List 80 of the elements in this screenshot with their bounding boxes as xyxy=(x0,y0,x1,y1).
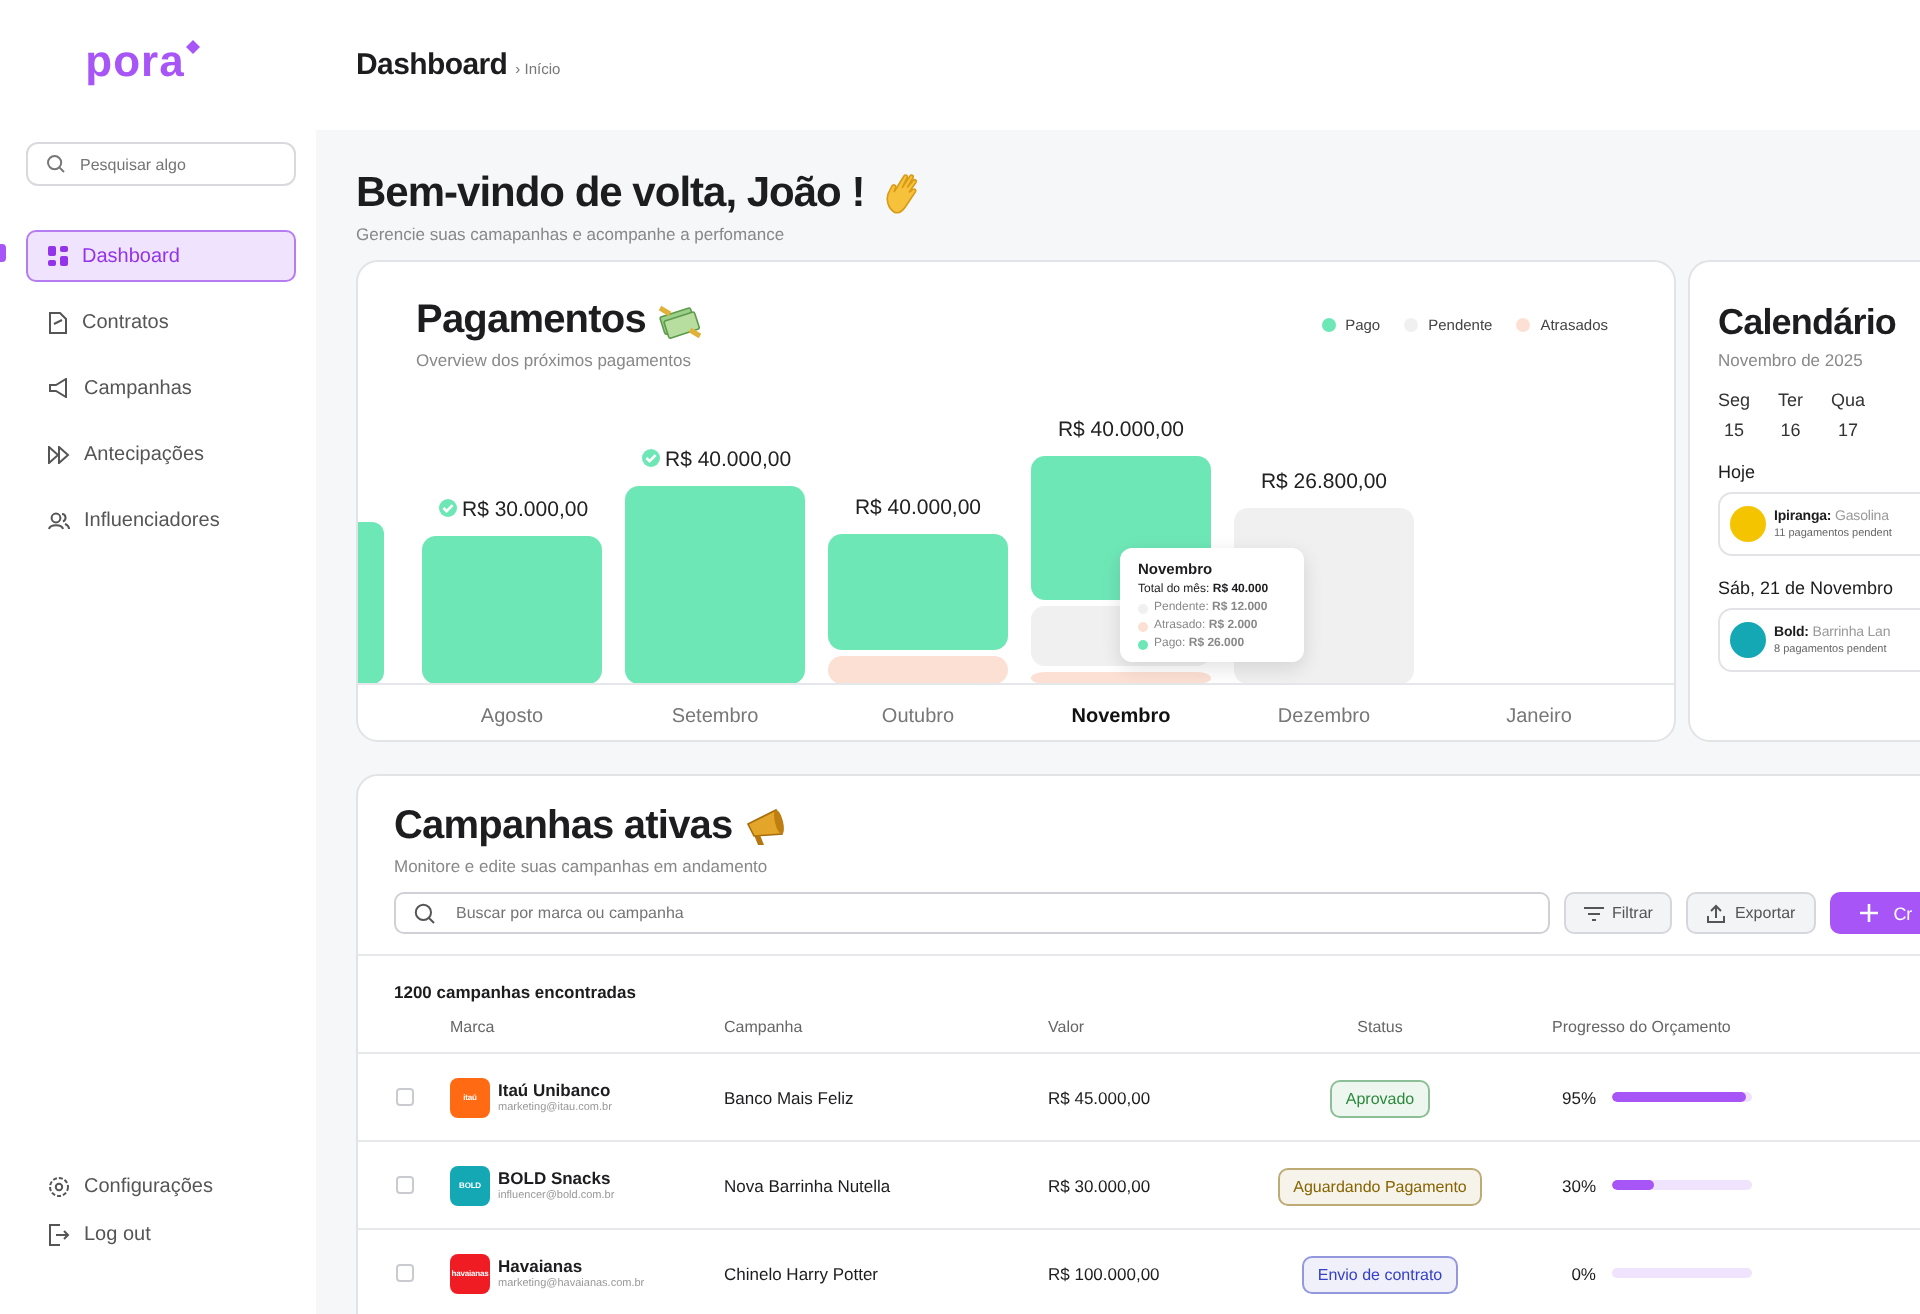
month-label[interactable]: Janeiro xyxy=(1506,706,1572,728)
campaign-name: Chinelo Harry Potter xyxy=(724,1263,881,1283)
month-label[interactable]: Novembro xyxy=(1071,706,1171,728)
export-button[interactable]: Exportar xyxy=(1686,892,1816,934)
calendar-day[interactable]: Seg 15 xyxy=(1718,390,1751,440)
month-label[interactable]: Outubro xyxy=(881,706,955,728)
row-checkbox[interactable] xyxy=(396,1088,414,1106)
nav-item[interactable]: Influenciadores xyxy=(26,494,296,546)
month-label[interactable]: Setembro xyxy=(671,706,759,728)
bar-value-label: R$ 40.000,00 xyxy=(1057,418,1185,442)
bar-value-label: R$ 40.000,00 xyxy=(854,496,982,520)
users-icon xyxy=(48,511,70,529)
campaign-name: Nova Barrinha Nutella xyxy=(724,1175,893,1195)
plus-icon xyxy=(1859,904,1878,922)
card-title: Campanhas ativas xyxy=(394,804,733,850)
column-header: Valor xyxy=(1048,1018,1087,1036)
brand-name: BOLD Snacks xyxy=(498,1168,613,1188)
bar-value-label: R$ 30.000,00 xyxy=(462,498,589,522)
calendar-day[interactable]: Qua 17 xyxy=(1831,390,1866,440)
status-badge: Aguardando Pagamento xyxy=(1277,1167,1483,1205)
settings-icon xyxy=(48,1175,70,1197)
search-icon xyxy=(46,154,66,174)
column-header: Marca xyxy=(450,1018,497,1036)
nav-item[interactable]: Contratos xyxy=(26,296,296,348)
column-header: Progresso do Orçamento xyxy=(1552,1018,1733,1036)
progress-percent: 30% xyxy=(1560,1175,1596,1195)
month-label[interactable]: Agosto xyxy=(480,706,544,728)
status-badge: Aprovado xyxy=(1329,1079,1431,1117)
search-icon xyxy=(414,902,436,924)
campaign-name: Banco Mais Feliz xyxy=(724,1087,856,1107)
campaign-value: R$ 45.000,00 xyxy=(1048,1087,1153,1107)
welcome-title: Bem-vindo de volta, João ! xyxy=(356,170,865,218)
progress-bar xyxy=(1612,1268,1752,1278)
card-subtitle: Overview dos próximos pagamentos xyxy=(416,350,693,370)
create-button[interactable]: Cr xyxy=(1829,892,1920,934)
upload-icon xyxy=(1706,903,1727,923)
logout-icon xyxy=(48,1223,70,1245)
progress-bar xyxy=(1612,1092,1752,1102)
results-count: 1200 campanhas encontradas xyxy=(392,980,638,1002)
group-heading: Hoje xyxy=(1718,462,1758,482)
nav-item[interactable]: Configurações xyxy=(26,1162,296,1210)
grid-icon xyxy=(48,246,68,266)
page-title: Dashboard xyxy=(356,48,508,82)
card-title: Pagamentos xyxy=(416,298,646,344)
megaphone-icon xyxy=(744,807,789,847)
brand-name: Itaú Unibanco xyxy=(498,1080,612,1100)
progress-percent: 0% xyxy=(1569,1263,1596,1283)
fast-forward-icon xyxy=(48,445,70,463)
nav-item[interactable]: Dashboard xyxy=(26,230,296,282)
card-title: Calendário xyxy=(1718,302,1899,344)
bar-value-label: R$ 26.800,00 xyxy=(1260,470,1388,494)
logo-wordmark: pora xyxy=(85,36,185,88)
search-field[interactable]: Pesquisar algo xyxy=(26,142,296,186)
bar-value-label: R$ 40.000,00 xyxy=(665,448,792,472)
welcome-subtitle: Gerencie suas camapanhas e acompanhe a perfomance xyxy=(356,224,787,244)
nav-item[interactable]: Campanhas xyxy=(26,362,296,414)
nav-item[interactable]: Antecipações xyxy=(26,428,296,480)
filter-icon xyxy=(1584,905,1604,921)
megaphone-icon xyxy=(48,378,70,398)
money-icon xyxy=(657,303,702,339)
nav-item[interactable]: Log out xyxy=(26,1210,296,1258)
filter-button[interactable]: Filtrar xyxy=(1564,892,1673,934)
month-label[interactable]: Dezembro xyxy=(1277,706,1371,728)
campaign-value: R$ 30.000,00 xyxy=(1048,1175,1153,1195)
brand-name: Havaianas xyxy=(498,1256,585,1276)
progress-bar xyxy=(1612,1180,1752,1190)
card-subtitle: Novembro de 2025 xyxy=(1718,350,1865,370)
status-badge: Envio de contrato xyxy=(1301,1255,1459,1293)
column-header: Campanha xyxy=(724,1018,805,1036)
calendar-day[interactable]: Ter 16 xyxy=(1778,390,1804,440)
progress-percent: 95% xyxy=(1560,1087,1596,1107)
column-header: Status xyxy=(1355,1018,1405,1036)
search-field[interactable]: Buscar por marca ou campanha xyxy=(394,892,1550,934)
row-checkbox[interactable] xyxy=(396,1264,414,1282)
row-checkbox[interactable] xyxy=(396,1176,414,1194)
campaign-value: R$ 100.000,00 xyxy=(1048,1263,1162,1283)
card-subtitle: Monitore e edite suas campanhas em andamento xyxy=(394,856,770,876)
document-icon xyxy=(48,311,68,333)
group-heading: Sáb, 21 de Novembro xyxy=(1718,578,1896,598)
sparkle-icon xyxy=(186,40,201,54)
